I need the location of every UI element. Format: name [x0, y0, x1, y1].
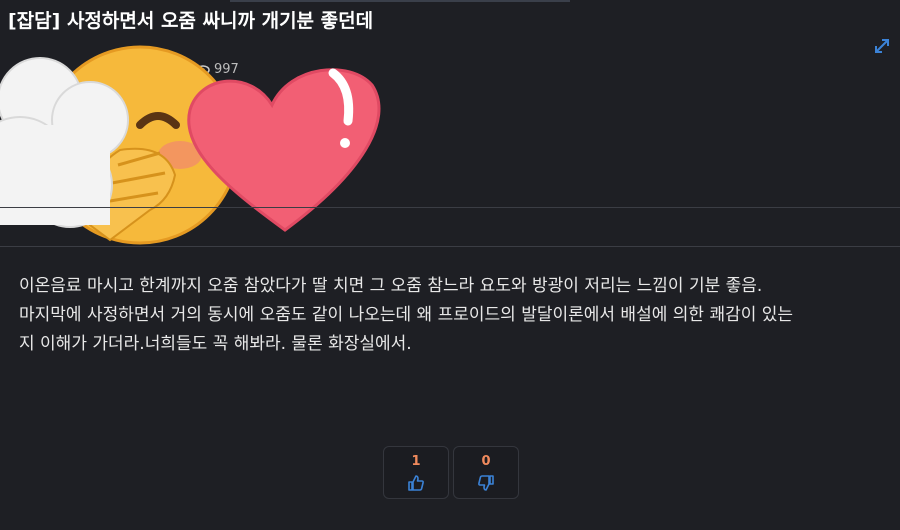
divider-bottom [0, 246, 900, 247]
post-body-line: 마지막에 사정하면서 거의 동시에 오줌도 같이 나오는데 왜 프로이드의 발달… [19, 305, 794, 325]
post-body-line: 지 이해가 가더라.너희들도 꼭 해봐라. 물론 화장실에서. [19, 334, 412, 354]
blushing-face-heart-sticker [0, 45, 381, 245]
thumbs-down-icon [478, 474, 494, 491]
post-body-line: 이온음료 마시고 한계까지 오줌 참았다가 딸 치면 그 오줌 참느라 요도와 … [19, 276, 763, 296]
upvote-button[interactable]: 1 [383, 446, 449, 499]
thumbs-up-icon [408, 474, 424, 491]
expand-icon[interactable] [873, 37, 891, 55]
divider-top [0, 207, 900, 208]
top-progress-line [230, 0, 570, 2]
downvote-button[interactable]: 0 [453, 446, 519, 499]
upvote-count: 1 [411, 453, 421, 469]
post-body: 이온음료 마시고 한계까지 오줌 참았다가 딸 치면 그 오줌 참느라 요도와 … [19, 272, 889, 359]
downvote-count: 0 [481, 453, 491, 469]
